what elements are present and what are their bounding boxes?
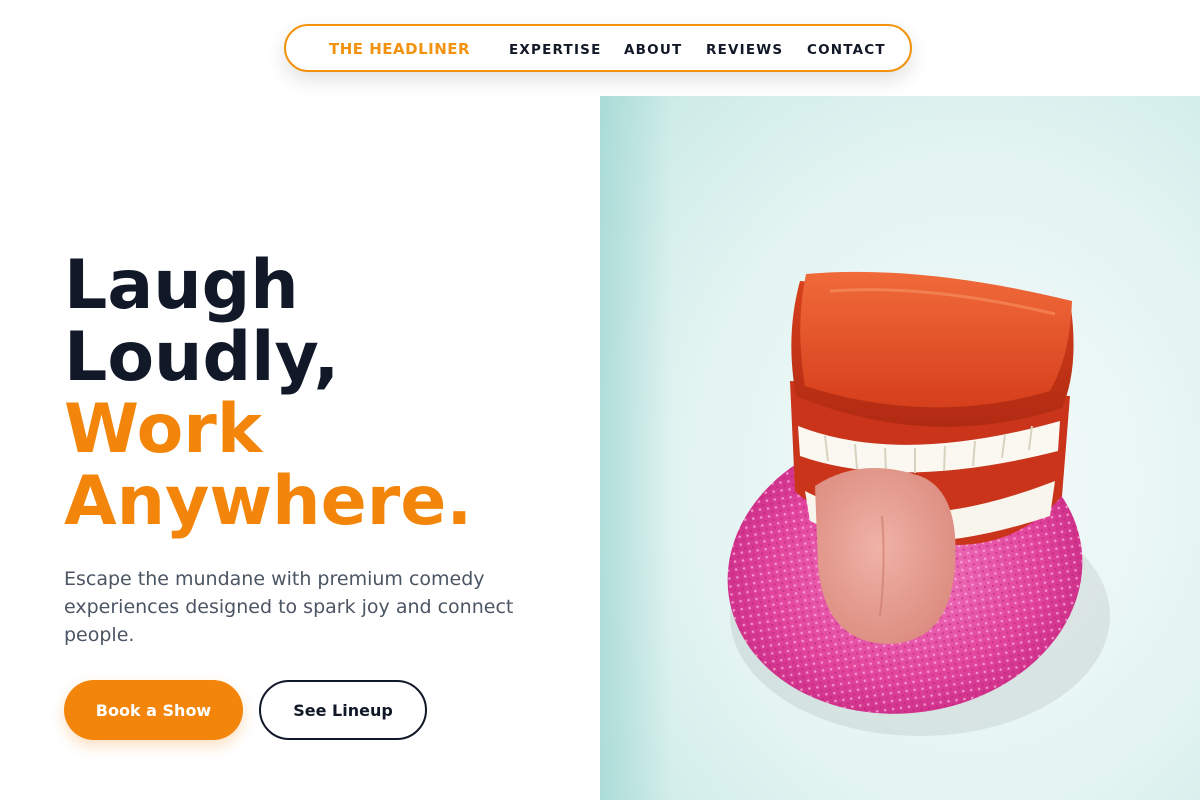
nav-link-about[interactable]: ABOUT [624, 42, 682, 58]
hero-title-line-1: Laugh [64, 246, 299, 325]
brand-logo-link[interactable]: THE HEADLINER [329, 40, 470, 58]
book-a-show-button[interactable]: Book a Show [64, 680, 243, 740]
hero-title: Laugh Loudly, Work Anywhere. [64, 250, 472, 538]
nav-link-contact[interactable]: CONTACT [807, 42, 886, 58]
hero-title-line-3: Work [64, 390, 263, 469]
hero-title-line-2: Loudly, [64, 318, 340, 397]
hero-subtitle: Escape the mundane with premium comedy e… [64, 568, 514, 646]
nav-link-expertise[interactable]: EXPERTISE [509, 42, 602, 58]
hero-title-line-4: Anywhere. [64, 462, 473, 541]
teeth-toy-illustration [600, 96, 1200, 800]
see-lineup-button[interactable]: See Lineup [259, 680, 427, 740]
hero-image [600, 96, 1200, 800]
nav-link-reviews[interactable]: REVIEWS [706, 42, 783, 58]
page: THE HEADLINER EXPERTISE ABOUT REVIEWS CO… [0, 0, 1200, 800]
top-navigation: THE HEADLINER EXPERTISE ABOUT REVIEWS CO… [284, 24, 912, 72]
